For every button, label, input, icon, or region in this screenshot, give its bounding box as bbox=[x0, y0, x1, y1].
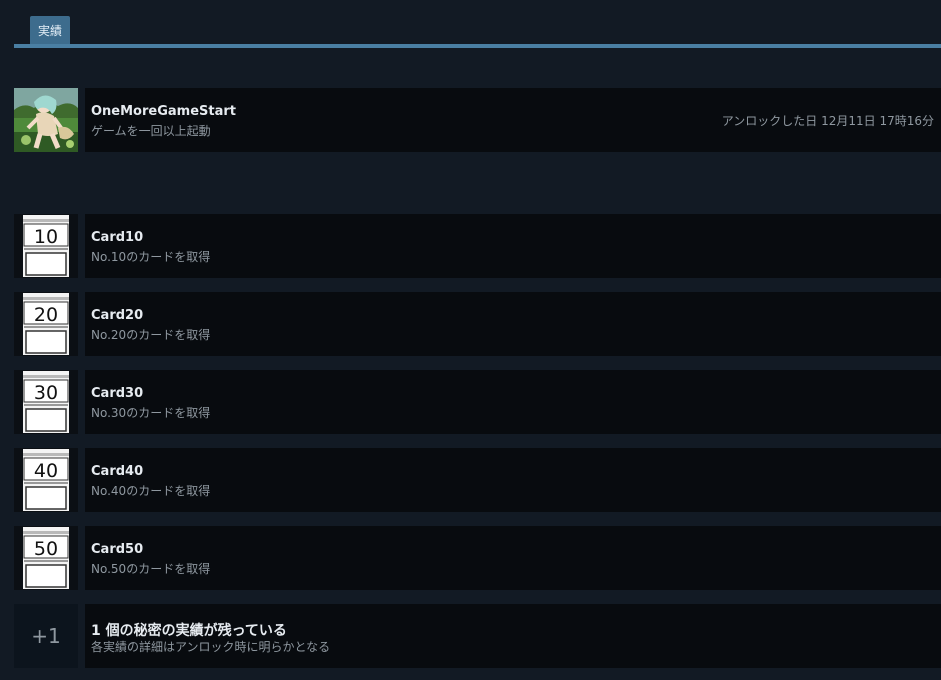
card-icon: 50 bbox=[14, 526, 78, 590]
achievement-description: No.10のカードを取得 bbox=[91, 250, 211, 264]
card-icon: 40 bbox=[14, 448, 78, 512]
card-number: 30 bbox=[34, 382, 58, 404]
card-number: 40 bbox=[34, 460, 58, 482]
achievement-title: Card40 bbox=[91, 464, 144, 479]
achievement-body: Card20 No.20のカードを取得 bbox=[85, 292, 941, 356]
achievement-row-locked: 30 Card30 No.30のカードを取得 bbox=[14, 370, 941, 434]
hidden-achievements-title: 1 個の秘密の実績が残っている bbox=[91, 623, 287, 639]
achievement-body: Card30 No.30のカードを取得 bbox=[85, 370, 941, 434]
card-number: 20 bbox=[34, 304, 58, 326]
hidden-achievement-count: +1 bbox=[14, 604, 78, 668]
card-number: 50 bbox=[34, 538, 58, 560]
achievement-title: Card10 bbox=[91, 230, 144, 245]
achievement-description: ゲームを一回以上起動 bbox=[91, 124, 211, 138]
achievement-description: No.50のカードを取得 bbox=[91, 562, 211, 576]
achievement-row-locked: 50 Card50 No.50のカードを取得 bbox=[14, 526, 941, 590]
tab-achievements[interactable]: 実績 bbox=[30, 16, 70, 44]
card-icon: 30 bbox=[14, 370, 78, 434]
achievement-title: Card20 bbox=[91, 308, 144, 323]
achievement-description: No.40のカードを取得 bbox=[91, 484, 211, 498]
achievement-title: Card30 bbox=[91, 386, 144, 401]
achievements-tabbar: 実績 bbox=[14, 16, 941, 50]
hidden-achievements-description: 各実績の詳細はアンロック時に明らかとなる bbox=[91, 640, 331, 654]
achievement-row-locked: 40 Card40 No.40のカードを取得 bbox=[14, 448, 941, 512]
achievement-row-locked: 10 Card10 No.10のカードを取得 bbox=[14, 214, 941, 278]
achievement-row-unlocked: OneMoreGameStart ゲームを一回以上起動 アンロックした日 12月… bbox=[14, 88, 941, 152]
achievement-description: No.20のカードを取得 bbox=[91, 328, 211, 342]
unlock-timestamp: アンロックした日 12月11日 17時16分 bbox=[721, 114, 934, 128]
achievement-body: Card40 No.40のカードを取得 bbox=[85, 448, 941, 512]
card-icon: 20 bbox=[14, 292, 78, 356]
achievement-row-locked: 20 Card20 No.20のカードを取得 bbox=[14, 292, 941, 356]
achievement-title: OneMoreGameStart bbox=[91, 104, 236, 119]
achievement-body: OneMoreGameStart ゲームを一回以上起動 アンロックした日 12月… bbox=[85, 88, 941, 152]
achievement-title: Card50 bbox=[91, 542, 144, 557]
achievement-description: No.30のカードを取得 bbox=[91, 406, 211, 420]
card-icon: 10 bbox=[14, 214, 78, 278]
achievement-body: Card10 No.10のカードを取得 bbox=[85, 214, 941, 278]
achievement-body: 1 個の秘密の実績が残っている 各実績の詳細はアンロック時に明らかとなる bbox=[85, 604, 941, 668]
tab-underline bbox=[14, 44, 941, 48]
achievement-body: Card50 No.50のカードを取得 bbox=[85, 526, 941, 590]
hidden-count-label: +1 bbox=[14, 604, 78, 668]
hidden-achievements-row: +1 1 個の秘密の実績が残っている 各実績の詳細はアンロック時に明らかとなる bbox=[14, 604, 941, 668]
card-number: 10 bbox=[34, 226, 58, 248]
achievement-icon-character-art bbox=[14, 88, 78, 152]
